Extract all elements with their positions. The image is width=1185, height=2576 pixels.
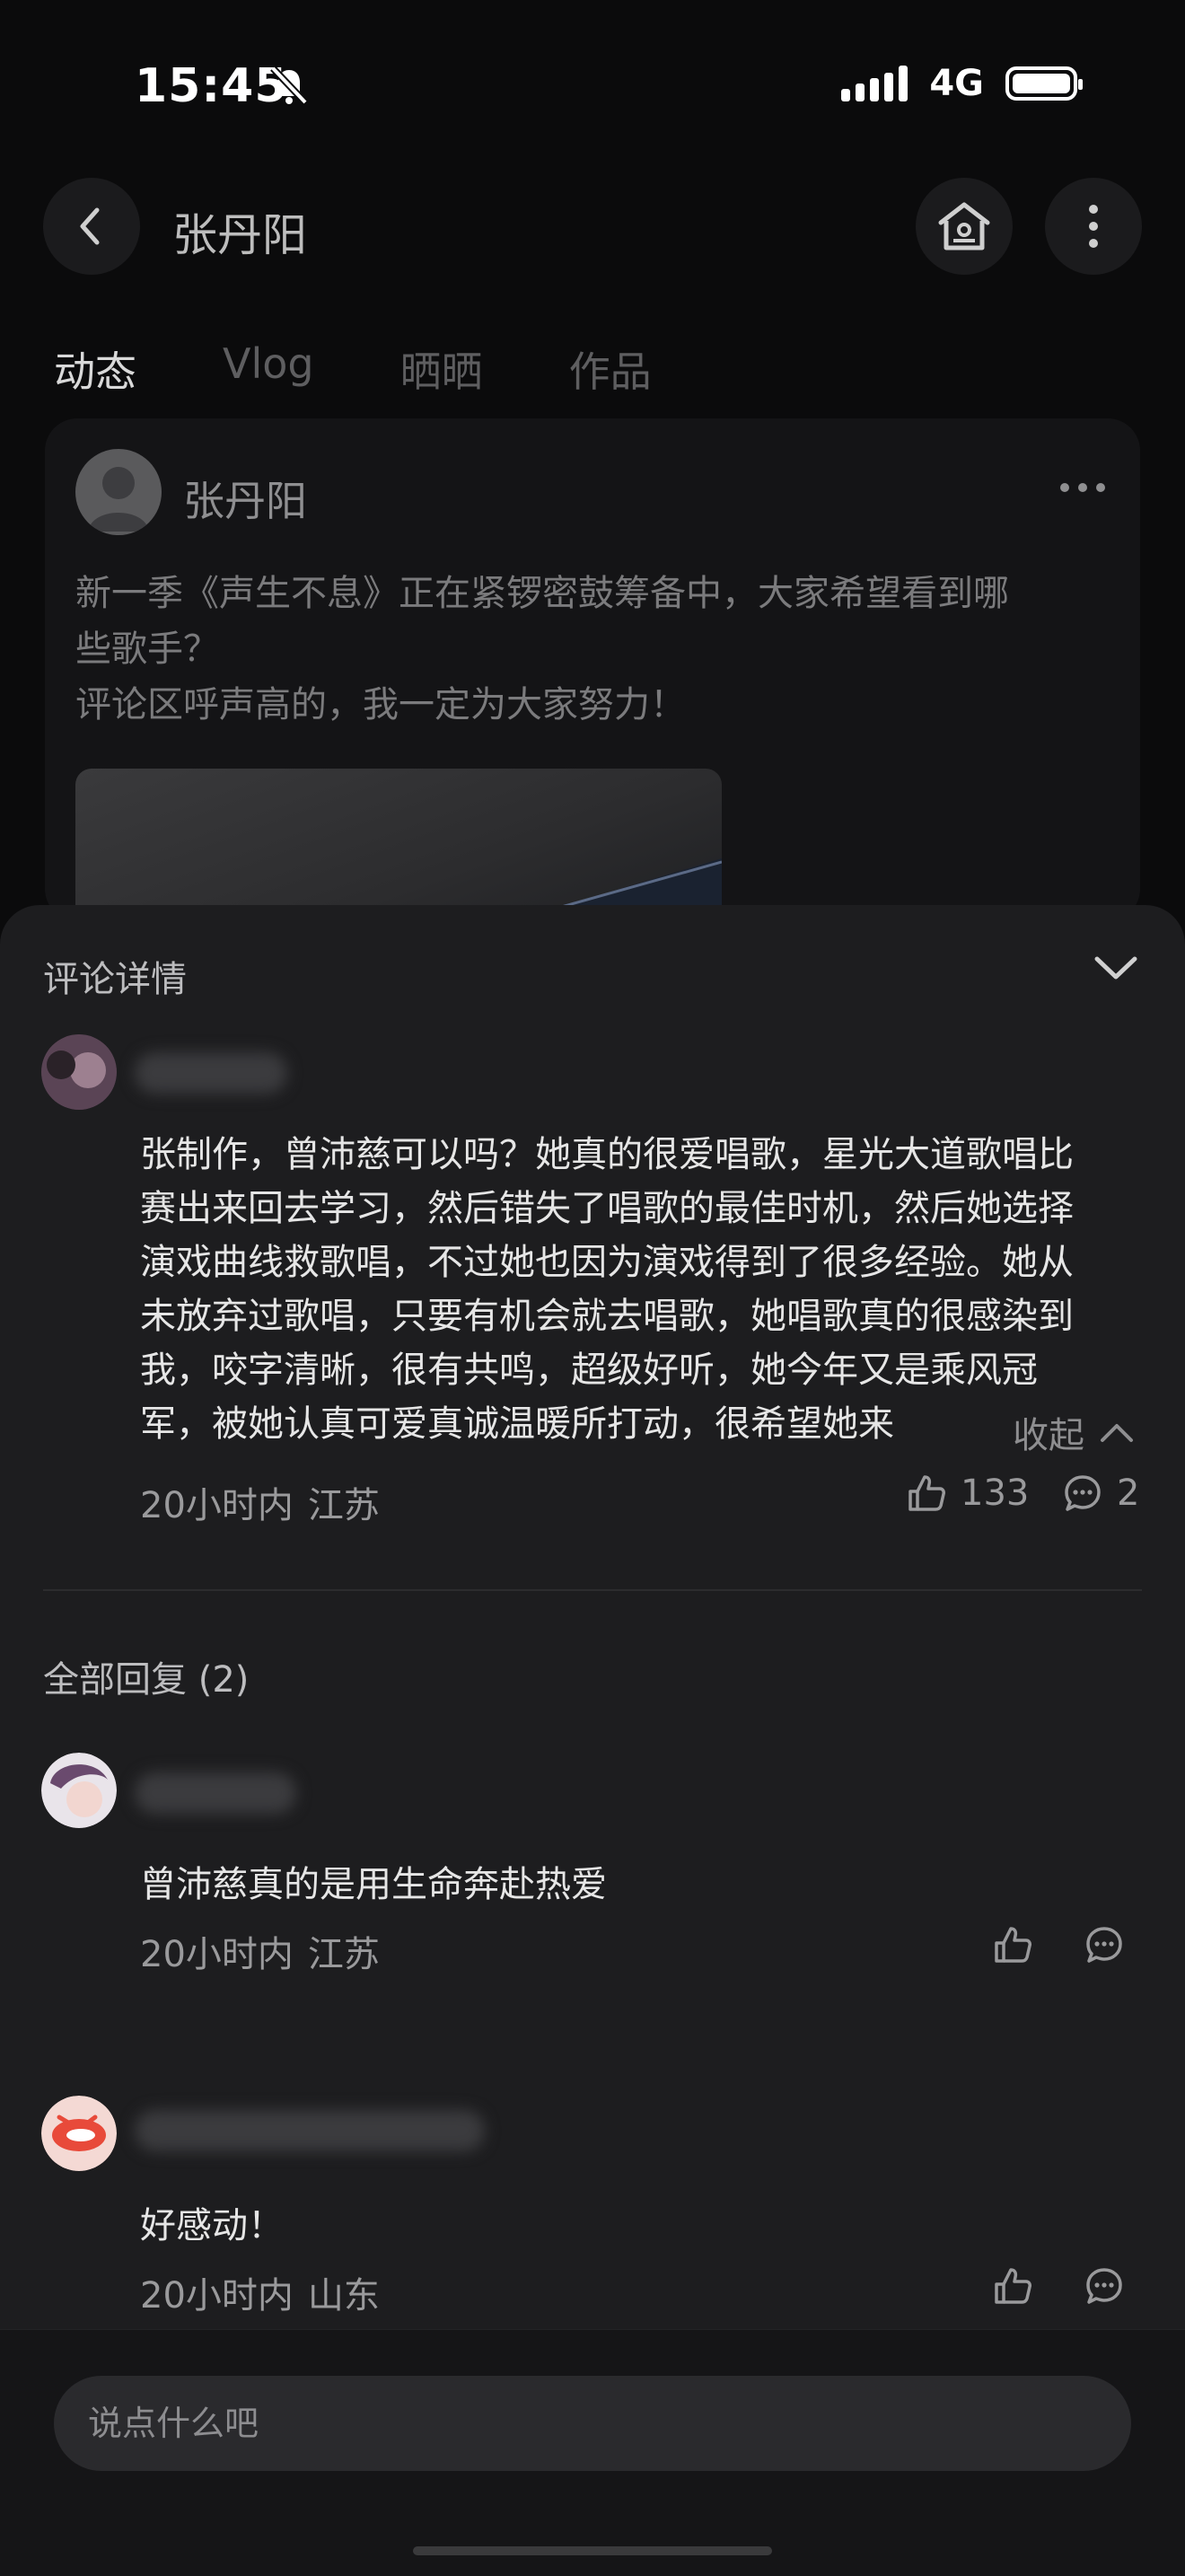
reply-meta: 20小时内 江苏: [140, 1925, 380, 1977]
reply-text: 好感动！: [140, 2205, 284, 2246]
main-comment-text: 张制作，曾沛慈可以吗？她真的很爱唱歌，星光大道歌唱比 赛出来回去学习，然后错失了…: [140, 1128, 1142, 1451]
comment-bubble-icon: [1086, 1927, 1122, 1963]
signal-icon: [841, 66, 908, 101]
comment-line: 演戏曲线救歌唱，不过她也因为演戏得到了很多经验。她从: [140, 1242, 1074, 1283]
chevron-up-icon: [1101, 1424, 1133, 1442]
post-text: 新一季《声生不息》正在紧锣密鼓筹备中，大家希望看到哪 些歌手？ 评论区呼声高的，…: [75, 566, 1126, 733]
reply-meta: 20小时内 山东: [140, 2266, 380, 2318]
post-text-line: 新一季《声生不息》正在紧锣密鼓筹备中，大家希望看到哪: [75, 573, 1009, 614]
reply-button[interactable]: 2: [1063, 1473, 1139, 1514]
reply-name-blurred[interactable]: [135, 1772, 296, 1814]
tab-shaishai[interactable]: 晒晒: [400, 339, 483, 399]
post-text-line: 些歌手？: [75, 629, 219, 670]
mute-icon: [269, 65, 309, 110]
home-button[interactable]: [916, 178, 1013, 275]
comment-location: 江苏: [307, 1485, 380, 1526]
reply-reply-button[interactable]: [1084, 1925, 1124, 1968]
post-author-name[interactable]: 张丹阳: [183, 469, 307, 528]
home-icon: [938, 202, 990, 251]
battery-icon: [1005, 66, 1083, 101]
back-arrow-icon: [80, 207, 100, 245]
post-text-line: 评论区呼声高的，我一定为大家努力！: [75, 684, 686, 725]
comment-time: 20小时内: [140, 1485, 294, 1526]
more-button[interactable]: [1045, 178, 1142, 275]
comment-line: 赛出来回去学习，然后错失了唱歌的最佳时机，然后她选择: [140, 1188, 1074, 1229]
reply-location: 江苏: [307, 1934, 380, 1975]
like-count: 133: [961, 1473, 1030, 1514]
commenter-avatar[interactable]: [41, 1034, 117, 1110]
comment-line: 我，咬字清晰，很有共鸣，超级好听，她今年又是乘风冠: [140, 1350, 1038, 1391]
tab-zuopin[interactable]: 作品: [569, 339, 652, 399]
tab-dongtai[interactable]: 动态: [54, 339, 136, 429]
chevron-down-icon: [1094, 956, 1137, 980]
page-title: 张丹阳: [172, 209, 307, 261]
comment-line: 未放弃过歌唱，只要有机会就去唱歌，她唱歌真的很感染到: [140, 1296, 1074, 1337]
comment-input[interactable]: 说点什么吧: [54, 2376, 1131, 2471]
back-button[interactable]: [43, 178, 140, 275]
comment-bubble-icon: [1065, 1475, 1101, 1511]
post-more-icon[interactable]: [1059, 479, 1106, 497]
main-comment-meta: 20小时内 江苏: [140, 1476, 380, 1528]
close-sheet-button[interactable]: [1093, 954, 1138, 986]
thumbs-up-icon: [908, 1475, 945, 1511]
thumbs-up-icon: [995, 2268, 1031, 2304]
commenter-name-blurred[interactable]: [135, 1052, 287, 1094]
collapse-label: 收起: [1013, 1415, 1084, 1456]
network-label: 4G: [929, 63, 984, 104]
reply-like-button[interactable]: [993, 1925, 1032, 1968]
reply-avatar[interactable]: [41, 2096, 117, 2171]
like-button[interactable]: 133: [907, 1473, 1029, 1514]
all-replies-label: 全部回复 (2): [43, 1659, 250, 1701]
reply-time: 20小时内: [140, 1934, 294, 1975]
reply-text: 曾沛慈真的是用生命奔赴热爱: [140, 1864, 607, 1905]
reply-name-blurred[interactable]: [135, 2110, 485, 2151]
reply-location: 山东: [307, 2275, 380, 2317]
divider: [43, 1589, 1142, 1591]
status-time: 15:45: [135, 59, 288, 113]
home-indicator: [413, 2546, 772, 2555]
reply-avatar[interactable]: [41, 1753, 117, 1828]
reply-like-button[interactable]: [993, 2266, 1032, 2309]
more-vertical-icon: [1089, 205, 1098, 248]
collapse-button[interactable]: 收起: [1013, 1406, 1135, 1458]
reply-reply-button[interactable]: [1084, 2266, 1124, 2309]
post-author-avatar[interactable]: [75, 449, 162, 535]
comment-line: 张制作，曾沛慈可以吗？她真的很爱唱歌，星光大道歌唱比: [140, 1134, 1074, 1175]
comment-line: 军，被她认真可爱真诚温暖所打动，很希望她来: [140, 1403, 894, 1445]
sheet-title: 评论详情: [43, 959, 187, 1000]
comment-bubble-icon: [1086, 2268, 1122, 2304]
reply-count: 2: [1117, 1473, 1140, 1514]
tab-vlog[interactable]: Vlog: [223, 339, 314, 399]
reply-time: 20小时内: [140, 2275, 294, 2317]
thumbs-up-icon: [995, 1927, 1031, 1963]
status-right: 4G: [841, 63, 1083, 104]
tab-bar: 动态 Vlog 晒晒 作品: [54, 339, 652, 429]
